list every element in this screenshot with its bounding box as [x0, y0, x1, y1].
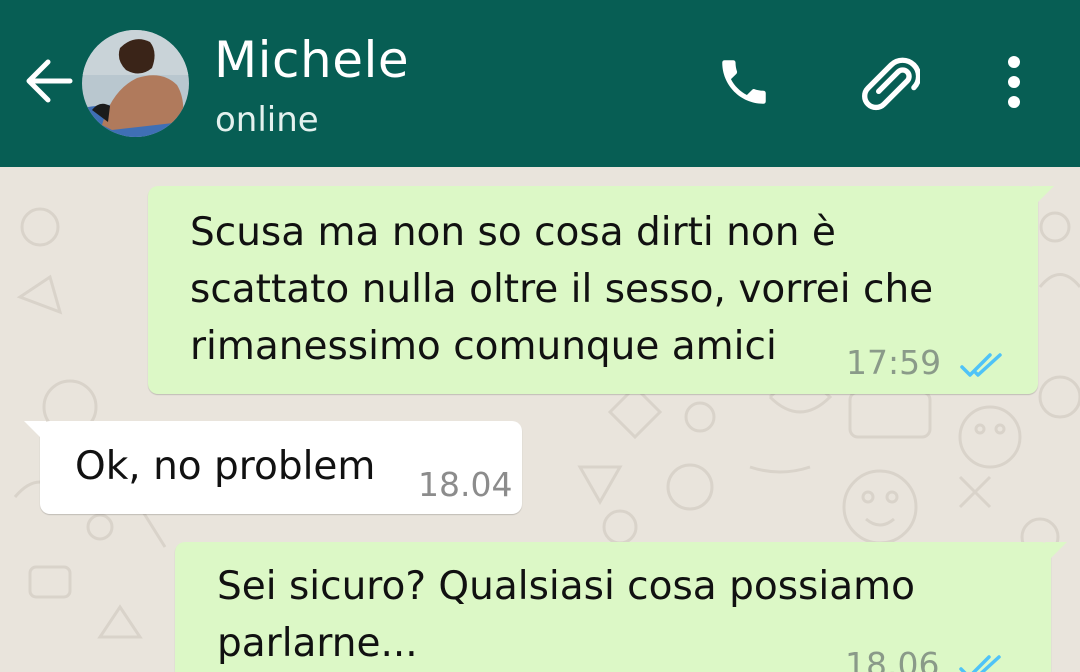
paperclip-icon	[856, 50, 922, 118]
message-bubble-outgoing[interactable]: Sei sicuro? Qualsiasi cosa possiamo parl…	[175, 542, 1067, 672]
message-text-line: Scusa ma non so cosa dirti non è	[190, 210, 836, 255]
contact-name[interactable]: Michele	[214, 30, 409, 90]
message-text-line: rimanessimo comunque amici	[190, 324, 777, 369]
message-text: Ok, no problem	[75, 444, 376, 489]
message-bubble-outgoing[interactable]: Scusa ma non so cosa dirti non è scattat…	[148, 186, 1054, 397]
message-time: 18.06	[845, 645, 940, 672]
more-vertical-icon	[1004, 54, 1024, 114]
phone-icon	[715, 53, 773, 115]
message-text-line: scattato nulla oltre il sesso, vorrei ch…	[190, 267, 934, 312]
bubble-tail	[1045, 542, 1067, 564]
message-text-line: parlarne...	[217, 621, 418, 666]
more-options-button[interactable]	[974, 44, 1054, 124]
arrow-left-icon	[24, 58, 74, 108]
attach-button[interactable]	[848, 44, 928, 124]
contact-status: online	[215, 100, 319, 140]
contact-avatar[interactable]	[82, 30, 189, 137]
message-bubble-incoming[interactable]: Ok, no problem 18.04	[24, 421, 522, 514]
avatar-photo	[82, 30, 189, 137]
bubble-tail	[24, 421, 46, 443]
message-time: 17:59	[846, 343, 942, 382]
chat-header: Michele online	[0, 0, 1080, 167]
bubble-tail	[1032, 186, 1054, 208]
double-check-icon	[959, 642, 1003, 672]
double-check-icon	[960, 340, 1004, 397]
back-button[interactable]	[14, 48, 84, 118]
message-text-line: Sei sicuro? Qualsiasi cosa possiamo	[217, 564, 915, 609]
message-time: 18.04	[418, 465, 513, 504]
call-button[interactable]	[704, 44, 784, 124]
